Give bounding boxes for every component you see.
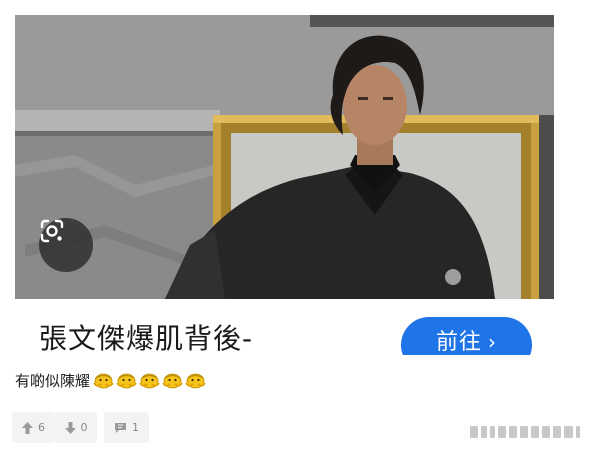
- emoji-row: [93, 372, 208, 389]
- comment-button[interactable]: 1: [104, 412, 149, 443]
- thumbs-up-icon: [22, 421, 33, 434]
- peeking-face-emoji: [185, 373, 206, 389]
- downvote-count: 0: [80, 421, 88, 434]
- chevron-right-icon: ›: [488, 330, 497, 354]
- ad-card[interactable]: 張文傑爆肌背後- 前往 ›: [15, 15, 554, 355]
- peeking-face-emoji: [139, 373, 160, 389]
- post-text: 有啲似陳耀: [15, 372, 91, 390]
- comment-count: 1: [132, 421, 139, 434]
- upvote-count: 6: [38, 421, 45, 434]
- post-body: 有啲似陳耀: [15, 370, 208, 391]
- comment-bubble-icon: [115, 422, 126, 433]
- ad-photo-illustration: [15, 15, 554, 299]
- peeking-face-emoji: [162, 373, 183, 389]
- lens-search-button[interactable]: [39, 218, 93, 272]
- ad-title[interactable]: 張文傑爆肌背後-: [39, 317, 253, 355]
- peeking-face-emoji: [116, 373, 137, 389]
- watermark: [470, 423, 581, 441]
- upvote-button[interactable]: 6: [12, 412, 55, 443]
- goto-button[interactable]: 前往 ›: [401, 317, 532, 355]
- goto-button-label: 前往: [435, 330, 482, 355]
- thumbs-down-icon: [64, 421, 76, 434]
- peeking-face-emoji: [93, 373, 114, 389]
- downvote-button[interactable]: 0: [55, 412, 97, 443]
- google-lens-icon: [40, 219, 64, 243]
- ad-image[interactable]: [15, 15, 554, 299]
